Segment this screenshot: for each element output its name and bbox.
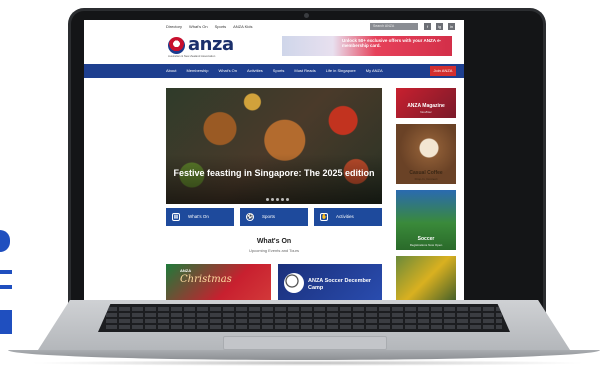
logo-emblem-icon[interactable]: [168, 37, 185, 54]
nav-item-life-in-singapore[interactable]: Life in Singapore: [326, 68, 356, 73]
quick-link-sports[interactable]: ⚽ Sports: [240, 208, 308, 226]
sidebar-card-soccer[interactable]: Soccer Registrations Now Open: [396, 190, 456, 250]
logo-subtitle: Australian & New Zealand Association: [168, 54, 216, 58]
hero-title[interactable]: Festive feasting in Singapore: The 2025 …: [166, 168, 382, 179]
instagram-icon[interactable]: ig: [436, 23, 443, 30]
hands-icon: ✋: [320, 213, 328, 221]
facebook-icon[interactable]: f: [424, 23, 431, 30]
nav-item-sports[interactable]: Sports: [273, 68, 285, 73]
linkedin-icon[interactable]: in: [448, 23, 455, 30]
sidebar-card-magazine[interactable]: ANZA Magazine Nov/Dec: [396, 88, 456, 118]
laptop-base: [8, 300, 600, 366]
utility-bar: Directory What's On Sports ANZA Kids Sea…: [84, 20, 464, 34]
top-link-whats-on[interactable]: What's On: [189, 24, 208, 29]
search-input[interactable]: Search ANZA: [370, 23, 418, 30]
trackpad: [223, 336, 387, 350]
top-link-directory[interactable]: Directory: [166, 24, 182, 29]
nav-item-my-anza[interactable]: My ANZA: [366, 68, 383, 73]
ball-icon: ⚽: [246, 213, 254, 221]
soccer-ball-icon: [284, 273, 304, 293]
promo-banner-text: Unlock 50+ exclusive offers with your AN…: [342, 38, 442, 48]
nav-item-membership[interactable]: Membership: [186, 68, 208, 73]
logo-text[interactable]: anza: [188, 34, 234, 55]
webcam-icon: [304, 13, 309, 18]
header: anza Australian & New Zealand Associatio…: [84, 34, 464, 62]
main-nav: About Membership What's On Activities Sp…: [84, 64, 464, 78]
event-card-soccer-camp[interactable]: ANZA Soccer December Camp: [278, 264, 382, 300]
calendar-icon: ▦: [172, 213, 180, 221]
top-link-sports[interactable]: Sports: [215, 24, 227, 29]
join-button[interactable]: Join ANZA: [430, 66, 456, 76]
slider-dots[interactable]: [266, 198, 289, 201]
nav-item-about[interactable]: About: [166, 68, 176, 73]
hero-slider[interactable]: Festive feasting in Singapore: The 2025 …: [166, 88, 382, 204]
top-link-anza-kids[interactable]: ANZA Kids: [233, 24, 252, 29]
nav-item-must-reads[interactable]: Must Reads: [294, 68, 315, 73]
quick-link-whats-on[interactable]: ▦ What's On: [166, 208, 234, 226]
keyboard: [98, 304, 510, 332]
quick-link-activities[interactable]: ✋ Activities: [314, 208, 382, 226]
sidebar-card-casual-coffee[interactable]: Casual Coffee Drop-In, Connect: [396, 124, 456, 184]
laptop-screen: Directory What's On Sports ANZA Kids Sea…: [84, 20, 464, 300]
nav-item-activities[interactable]: Activities: [247, 68, 263, 73]
sidebar-card-cycling[interactable]: [396, 256, 456, 300]
nav-item-whats-on[interactable]: What's On: [218, 68, 237, 73]
event-card-christmas[interactable]: ANZA Christmas: [166, 264, 271, 300]
